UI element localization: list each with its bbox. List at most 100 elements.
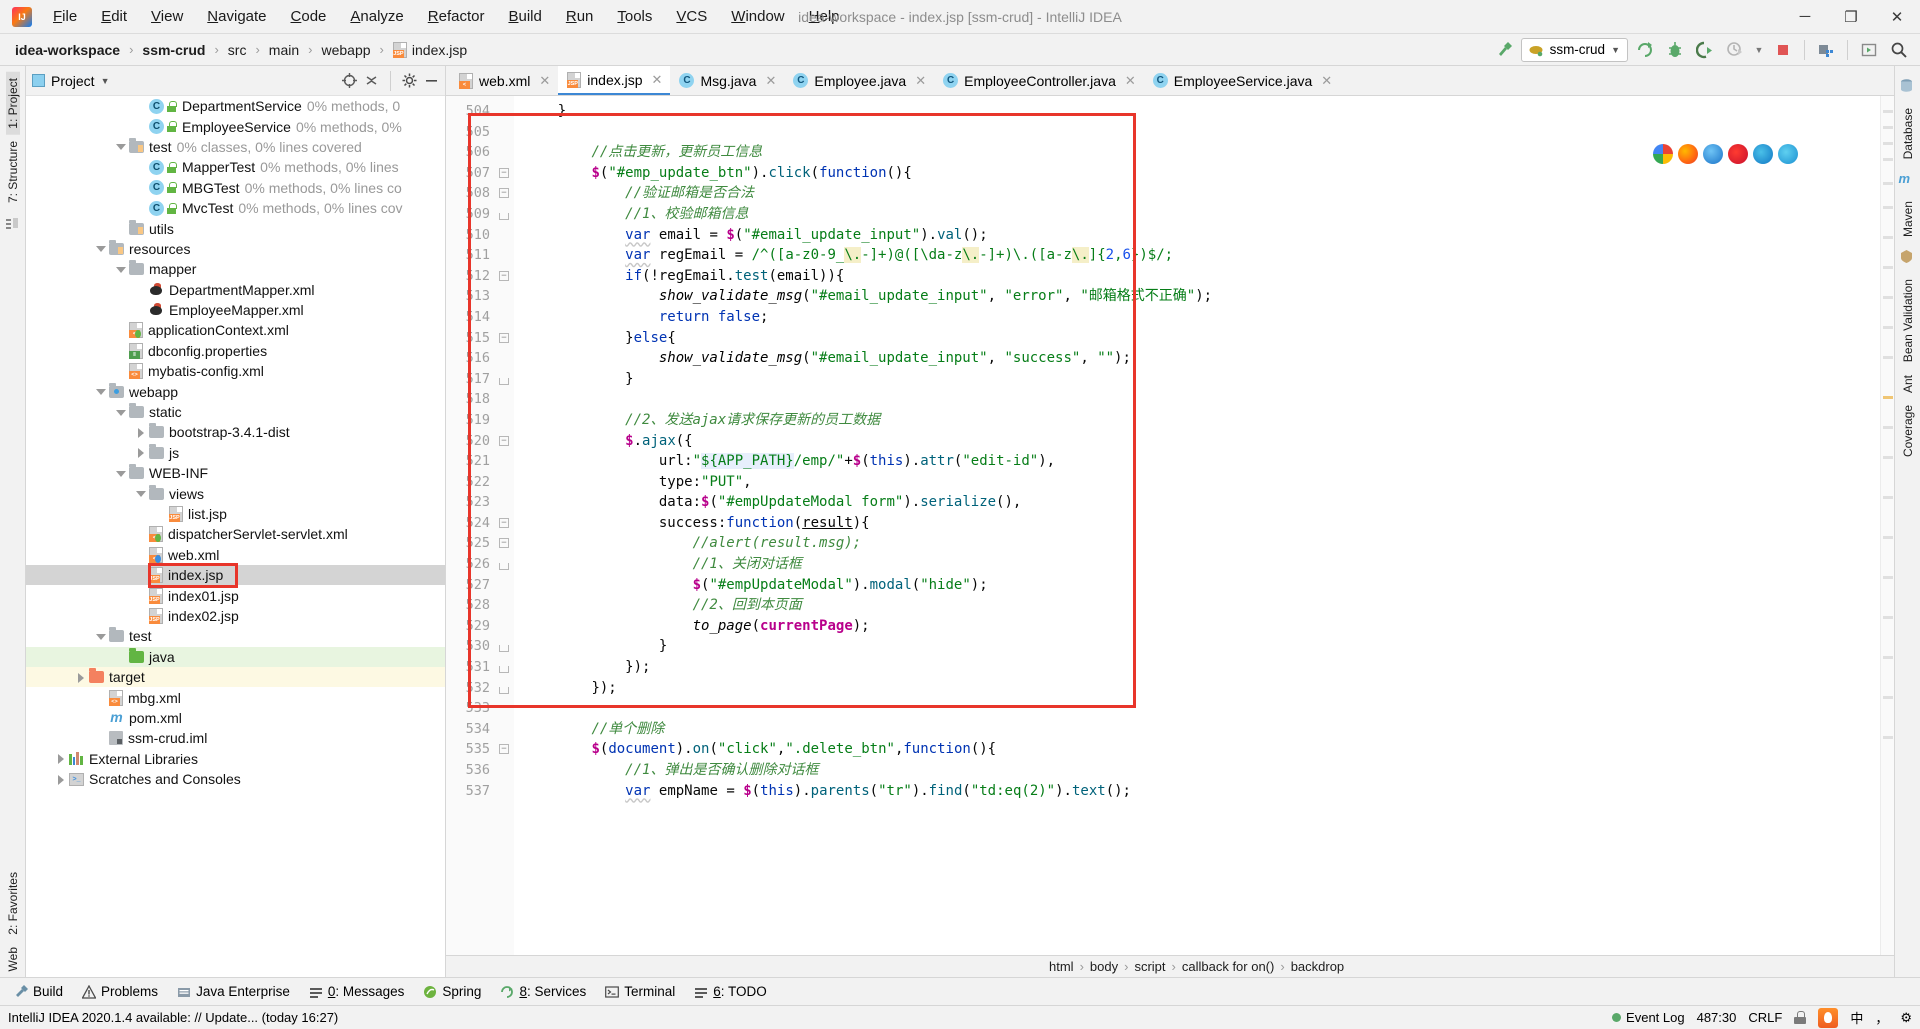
tree-node[interactable]: JSP index01.jsp [26,585,445,605]
line-number[interactable]: 525− [446,533,514,554]
menu-run[interactable]: Run [555,4,605,29]
tree-node[interactable]: C EmployeeService 0% methods, 0% [26,116,445,136]
line-number[interactable]: 515− [446,328,514,349]
chevron-right-icon[interactable] [74,671,87,684]
code-line[interactable]: var regEmail = /^([a-z0-9_\.-]+)@([\da-z… [514,245,1880,266]
edge-icon[interactable] [1778,144,1798,164]
editor-breadcrumb-item[interactable]: script [1131,959,1168,974]
code-line[interactable]: show_validate_msg("#email_update_input",… [514,286,1880,307]
code-line[interactable]: }); [514,657,1880,678]
chevron-down-icon[interactable]: ▼ [1752,38,1766,62]
chevron-down-icon[interactable] [114,406,127,419]
code-line[interactable]: //2、回到本页面 [514,595,1880,616]
code-line[interactable]: }else{ [514,328,1880,349]
editor-breadcrumb-item[interactable]: html [1046,959,1077,974]
editor-tab-Employee-java[interactable]: C Employee.java ✕ [784,66,934,95]
line-number[interactable]: 522 [446,472,514,493]
breadcrumb-src[interactable]: src [223,40,252,60]
line-number[interactable]: 521 [446,451,514,472]
editor-marker[interactable] [1883,456,1893,459]
editor-tab-Msg-java[interactable]: C Msg.java ✕ [670,66,784,95]
editor-marker[interactable] [1883,426,1893,429]
fold-collapse-icon[interactable]: − [499,517,509,528]
breadcrumb-index-jsp[interactable]: JSP index.jsp [388,40,472,60]
tool-window-8-services[interactable]: 8: Services [492,981,594,1002]
editor-marker[interactable] [1883,266,1893,269]
code-line[interactable]: } [514,369,1880,390]
editor-tab-EmployeeService-java[interactable]: C EmployeeService.java ✕ [1144,66,1340,95]
code-line[interactable]: //1、校验邮箱信息 [514,204,1880,225]
code-line[interactable]: success:function(result){ [514,513,1880,534]
tree-node[interactable]: Scratches and Consoles [26,769,445,789]
profiler-icon[interactable] [1722,38,1748,62]
update-app-icon[interactable] [1813,38,1839,62]
code-line[interactable]: to_page(currentPage); [514,616,1880,637]
code-line[interactable]: type:"PUT", [514,472,1880,493]
explorer-icon[interactable] [1703,144,1723,164]
ime-language[interactable]: 中 [1850,1008,1863,1027]
menu-window[interactable]: Window [720,4,795,29]
code-line[interactable]: }); [514,678,1880,699]
tool-window-bar[interactable]: Build Problems Java Enterprise 0: Messages S… [0,977,1920,1005]
code-line[interactable] [514,698,1880,719]
bookmarks-icon[interactable] [4,215,22,233]
editor-tab-web-xml[interactable]: < web.xml ✕ [450,66,558,95]
tree-node[interactable]: < dispatcherServlet-servlet.xml [26,524,445,544]
tool-window-0-messages[interactable]: 0: Messages [301,981,413,1002]
tool-window-problems[interactable]: Problems [74,981,166,1002]
line-number[interactable]: 534 [446,719,514,740]
code-line[interactable]: var empName = $(this).parents("tr").find… [514,781,1880,802]
tree-node[interactable]: JSP list.jsp [26,504,445,524]
code-line[interactable]: $("#empUpdateModal").modal("hide"); [514,575,1880,596]
code-line[interactable]: //2、发送ajax请求保存更新的员工数据 [514,410,1880,431]
tree-node[interactable]: resources [26,239,445,259]
fold-collapse-icon[interactable]: − [499,538,509,549]
ime-punctuation[interactable]: ， [1875,1008,1888,1027]
line-number[interactable]: 533 [446,698,514,719]
code-line[interactable]: return false; [514,307,1880,328]
editor-marker[interactable] [1883,206,1893,209]
editor-marker[interactable] [1883,576,1893,579]
ime-logo-icon[interactable] [1818,1007,1839,1028]
editor-marker[interactable] [1883,356,1893,359]
fold-collapse-icon[interactable]: − [499,332,509,343]
editor-marker[interactable] [1883,296,1893,299]
editor-marker[interactable] [1883,326,1893,329]
tree-node[interactable]: DepartmentMapper.xml [26,280,445,300]
debug-icon[interactable] [1662,38,1688,62]
tree-node[interactable]: <> mbg.xml [26,687,445,707]
menu-tools[interactable]: Tools [606,4,663,29]
editor-marker[interactable] [1883,158,1893,161]
tool-window-6-todo[interactable]: 6: TODO [686,981,775,1002]
rail-item-project[interactable]: 1: Project [5,72,20,135]
editor-tab-EmployeeController-java[interactable]: C EmployeeController.java ✕ [934,66,1144,95]
rail-item-maven[interactable]: Maven [1901,195,1915,243]
build-hammer-icon[interactable] [1491,38,1517,62]
tree-node[interactable]: mapper [26,259,445,279]
tree-node[interactable]: js [26,443,445,463]
code-line[interactable]: url:"${APP_PATH}/emp/"+$(this).attr("edi… [514,451,1880,472]
fold-end-icon[interactable] [499,645,509,653]
editor-breadcrumb-item[interactable]: callback for on() [1179,959,1277,974]
line-number[interactable]: 510 [446,225,514,246]
line-number[interactable]: 530 [446,636,514,657]
tree-node[interactable]: JSP index02.jsp [26,606,445,626]
line-number[interactable]: 512− [446,266,514,287]
menu-vcs[interactable]: VCS [665,4,718,29]
fold-collapse-icon[interactable]: − [499,167,509,178]
line-number[interactable]: 520− [446,431,514,452]
editor-marker[interactable] [1883,736,1893,739]
tree-node[interactable]: ssm-crud.iml [26,728,445,748]
fold-end-icon[interactable] [499,212,509,220]
line-number[interactable]: 535− [446,739,514,760]
tree-node[interactable]: < web.xml [26,545,445,565]
line-number[interactable]: 511 [446,245,514,266]
chevron-down-icon[interactable]: ▼ [101,76,110,86]
collapse-all-icon[interactable] [364,73,379,88]
editor-marker[interactable] [1883,182,1893,185]
editor-tab-bar[interactable]: < web.xml ✕ JSP index.jsp ✕ C Msg.java ✕ C Employe… [446,66,1894,96]
maven-m-icon[interactable]: m [1899,171,1917,189]
chevron-down-icon[interactable] [94,242,107,255]
menu-analyze[interactable]: Analyze [339,4,414,29]
tree-node[interactable]: JSP index.jsp [26,564,445,586]
